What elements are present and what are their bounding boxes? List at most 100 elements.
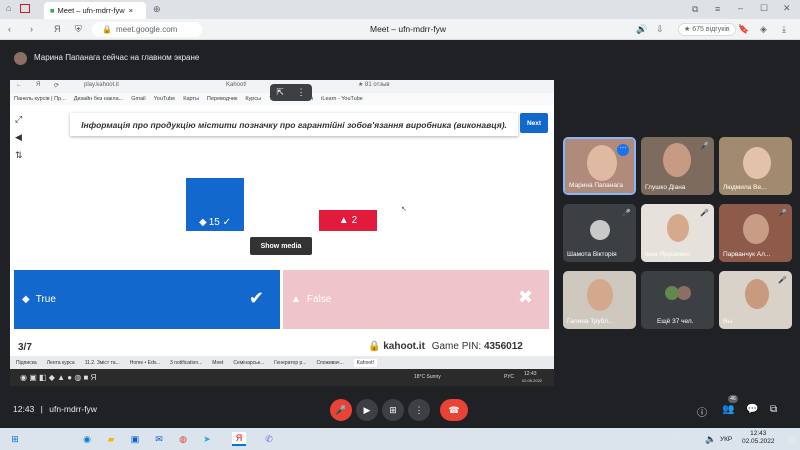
more-participants-label: Ещё 37 чел. [657,318,694,325]
viber-icon[interactable]: ✆ [262,432,276,446]
maximize-icon[interactable]: ☐ [760,3,768,14]
browser-toolbar: ‹ › Я ⛨ 🔒 meet.google.com Meet – ufn-mdr… [0,19,800,40]
language-indicator[interactable]: УКР [720,436,732,443]
minimize-icon[interactable]: – [738,3,743,13]
avatar [677,286,691,300]
banner-text: Марина Папанага сейчас на главном экране [34,53,200,62]
windows-start-icon[interactable]: ⊞ [8,432,22,446]
windows-taskbar: ⊞ ⌕ ▯ ◉ ▰ ▣ ✉ ◍ ➤ Я ✆ ^ ▭ 🔈 УКР ▤ [0,428,800,450]
tab-meet[interactable]: ■ Meet – ufn-mdrr-fyw × [44,2,146,19]
volume-icon[interactable]: 🔈 [704,432,718,446]
participant-tile-self[interactable]: 🎤 Вы [719,271,792,329]
show-media-button: Show media [250,237,312,255]
close-icon[interactable]: × [129,6,133,15]
mic-off-icon: 🎤 [335,404,347,415]
info-icon[interactable]: ⓘ [697,404,707,419]
participant-tile[interactable]: 🎤 Парванчук Ал... [719,204,792,262]
answer-true: ◆ True ✔ [14,270,280,329]
window-close-icon[interactable]: ✕ [783,3,791,14]
participant-tile[interactable]: Людмила Ве... [719,137,792,195]
participant-tile[interactable]: ⋯ Марина Папанага [563,137,636,195]
home-icon[interactable]: ⌂ [6,3,11,13]
window-icon[interactable] [20,4,30,13]
more-options-button[interactable]: ⋮ [408,399,430,421]
mail-icon[interactable]: ✉ [152,432,166,446]
inner-tab: Підписка [16,359,37,366]
edge-icon[interactable]: ◉ [80,432,94,446]
activities-icon[interactable]: ⧉ [770,404,777,415]
chat-icon[interactable]: 💬 [746,404,758,415]
bookmark-item: Курсы [245,96,262,102]
inner-windows-taskbar: ◉ ▣ ◧ ◆ ▲ ● ◍ ■ Я 18°C Sunny РУС 12:43 0… [10,369,554,386]
reviews-badge[interactable]: ★ 675 відгуків [678,23,736,36]
bookmark-item: YouTube [153,96,176,102]
screen-share-toolbar[interactable]: ⇱ ⋮ [270,84,312,101]
camera-toggle-button[interactable]: ▶ [356,399,378,421]
tray-chevron-icon[interactable]: ^ [670,432,684,446]
download-tray-icon[interactable]: ⤓ [782,24,786,35]
shield-icon[interactable]: ⛨ [75,24,82,35]
checkmark-icon: ✔ [248,288,264,308]
inner-tab: Лента курса [46,359,75,366]
more-icon[interactable]: ⋮ [297,87,306,98]
participant-tile[interactable]: Галина Трубл... [563,271,636,329]
inner-tab: Генератор р... [274,359,307,366]
participant-video [667,214,689,242]
store-icon[interactable]: ▣ [128,432,142,446]
people-icon[interactable]: 👥 [722,404,734,415]
shared-screen: ← Я ⟳ play.kahoot.it Kahoot! ★ 81 отзыв … [10,80,554,386]
result-count-true: 15 ✓ [208,217,231,228]
participant-tile[interactable]: 🎤 Шамота Вікторія [563,204,636,262]
diamond-icon: ◆ [22,294,30,305]
url-bar[interactable]: 🔒 meet.google.com [92,22,202,37]
audio-icon[interactable]: 🔊 [636,24,647,35]
browser-tab-strip: ⌂ ■ Meet – ufn-mdrr-fyw × ⊕ ⧉ ≡ – ☐ ✕ [0,0,800,19]
pin-value: 4356012 [483,341,523,352]
meet-icon: ■ [50,6,55,15]
game-pin-footer: 🔒 kahoot.it Game PIN: 4356012 [368,341,523,352]
folder-icon[interactable]: ▰ [104,432,118,446]
cursor-icon: ↖ [401,206,407,213]
diamond-icon: ◆ [199,217,207,228]
participants-count-badge: 46 [728,395,738,403]
inner-date: 02.05.2022 [522,378,543,383]
participant-video [745,279,769,309]
participant-name: Шамота Вікторія [567,251,617,258]
participant-tile[interactable]: 🎤 Глушко Діана [641,137,714,195]
present-icon: ⊞ [389,404,397,415]
inner-back-icon: ← [16,82,22,88]
yandex-browser-icon[interactable]: Я [232,432,246,446]
inner-reviews: ★ 81 отзыв [358,82,390,88]
present-button[interactable]: ⊞ [382,399,404,421]
yandex-icon[interactable]: Я [54,24,61,34]
end-call-button[interactable]: ☎ [440,399,468,421]
answer-label: True [35,294,56,305]
download-icon[interactable]: ⇩ [656,24,664,35]
collections-icon[interactable]: ⧉ [692,4,698,15]
system-clock[interactable]: 12:43 02.05.2022 [742,430,775,446]
extension-icon[interactable]: ◈ [760,24,767,35]
participant-overflow-tile[interactable]: Ещё 37 чел. [641,271,714,329]
popout-icon[interactable]: ⇱ [276,87,284,98]
forward-icon[interactable]: › [30,24,33,34]
inner-url: play.kahoot.it [84,82,119,88]
bookmark-item: Панель курсів | Пр... [14,96,66,102]
mic-toggle-button[interactable]: 🎤 [330,399,352,421]
telegram-icon[interactable]: ➤ [200,432,214,446]
new-tab-icon[interactable]: ⊕ [153,4,161,15]
task-view-icon[interactable]: ▯ [56,432,70,446]
search-icon[interactable]: ⌕ [32,432,46,446]
participant-name: Людмила Ве... [723,184,767,191]
bookmark-icon[interactable]: 🔖 [738,24,749,35]
chrome-icon[interactable]: ◍ [176,432,190,446]
menu-icon[interactable]: ≡ [715,4,720,14]
participant-tile[interactable]: 🎤 Інна Ярушенко [641,204,714,262]
network-icon[interactable]: ▭ [688,432,702,446]
back-icon[interactable]: ‹ [8,24,11,34]
notifications-icon[interactable]: ▤ [784,432,798,446]
meeting-code: ufn-mdrr-fyw [49,404,97,414]
participant-video [743,214,769,244]
bookmark-item: iLearn - YouTube [321,96,363,102]
lock-icon: 🔒 [102,25,112,34]
question-progress: 3/7 [18,342,32,353]
